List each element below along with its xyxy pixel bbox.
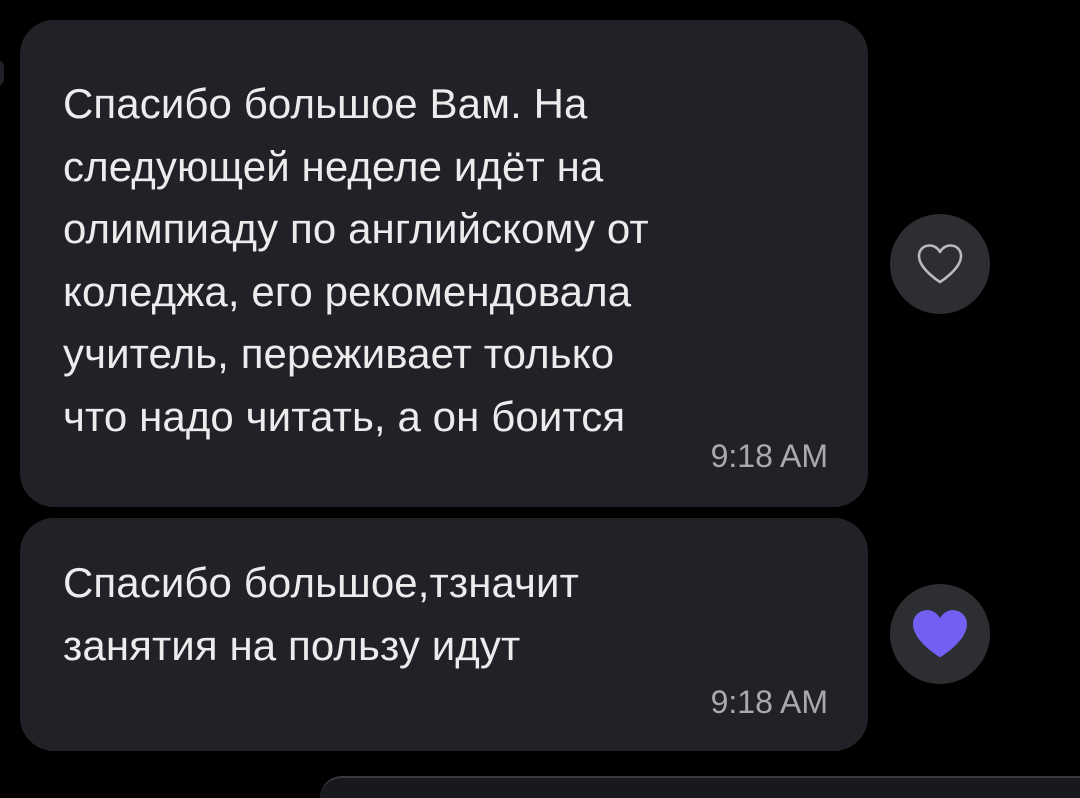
chat-thread: Спасибо большое Вам. На следующей неделе… xyxy=(0,0,1080,798)
heart-filled-icon xyxy=(909,607,971,661)
message-bubble[interactable]: Спасибо большое Вам. На следующей неделе… xyxy=(20,20,868,507)
message-timestamp: 9:18 AM xyxy=(710,684,828,720)
next-message-edge xyxy=(320,776,1080,798)
like-button[interactable] xyxy=(890,214,990,314)
previous-element-edge xyxy=(0,60,4,86)
heart-outline-icon xyxy=(915,242,965,286)
message-text: Спасибо большое Вам. На следующей неделе… xyxy=(63,80,649,440)
message-bubble[interactable]: Спасибо большое,тзначит занятия на польз… xyxy=(20,518,868,751)
message-text: Спасибо большое,тзначит занятия на польз… xyxy=(63,559,579,669)
message-timestamp: 9:18 AM xyxy=(710,438,828,474)
liked-button[interactable] xyxy=(890,584,990,684)
